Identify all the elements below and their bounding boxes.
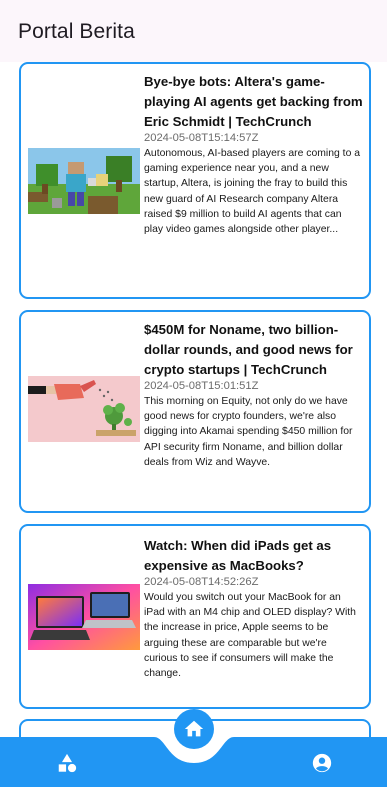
article-card[interactable]: Watch: When did iPads get as expensive a…: [19, 524, 371, 709]
home-icon: [184, 720, 204, 737]
article-date: 2024-05-08T15:01:51Z: [144, 380, 259, 392]
nav-home-button[interactable]: [174, 709, 214, 749]
account-circle-icon: [312, 753, 332, 773]
article-thumbnail-watering-money: [28, 376, 140, 442]
news-feed[interactable]: Bye-bye bots: Altera's game-playing AI a…: [0, 62, 387, 787]
article-description: Would you switch out your MacBook for an…: [144, 592, 356, 680]
article-date: 2024-05-08T15:14:57Z: [144, 132, 259, 144]
article-description: This morning on Equity, not only do we h…: [144, 396, 353, 468]
article-thumbnail-minecraft: [28, 148, 140, 214]
article-description: Autonomous, AI-based players are coming …: [144, 148, 361, 236]
article-card[interactable]: Bye-bye bots: Altera's game-playing AI a…: [19, 62, 371, 299]
nav-categories-button[interactable]: [52, 749, 82, 777]
nav-account-button[interactable]: [307, 749, 337, 777]
article-date: 2024-05-08T14:52:26Z: [144, 576, 259, 588]
category-shapes-icon: [58, 753, 77, 773]
app-bar: Portal Berita: [0, 0, 387, 62]
article-title[interactable]: Bye-bye bots: Altera's game-playing AI a…: [144, 72, 363, 132]
bottom-navigation: [0, 709, 387, 787]
article-thumbnail-ipad-macbook: [28, 584, 140, 650]
article-title[interactable]: Watch: When did iPads get as expensive a…: [144, 536, 363, 576]
page-title: Portal Berita: [18, 20, 135, 43]
article-card[interactable]: $450M for Noname, two billion-dollar rou…: [19, 310, 371, 513]
article-title[interactable]: $450M for Noname, two billion-dollar rou…: [144, 320, 363, 380]
